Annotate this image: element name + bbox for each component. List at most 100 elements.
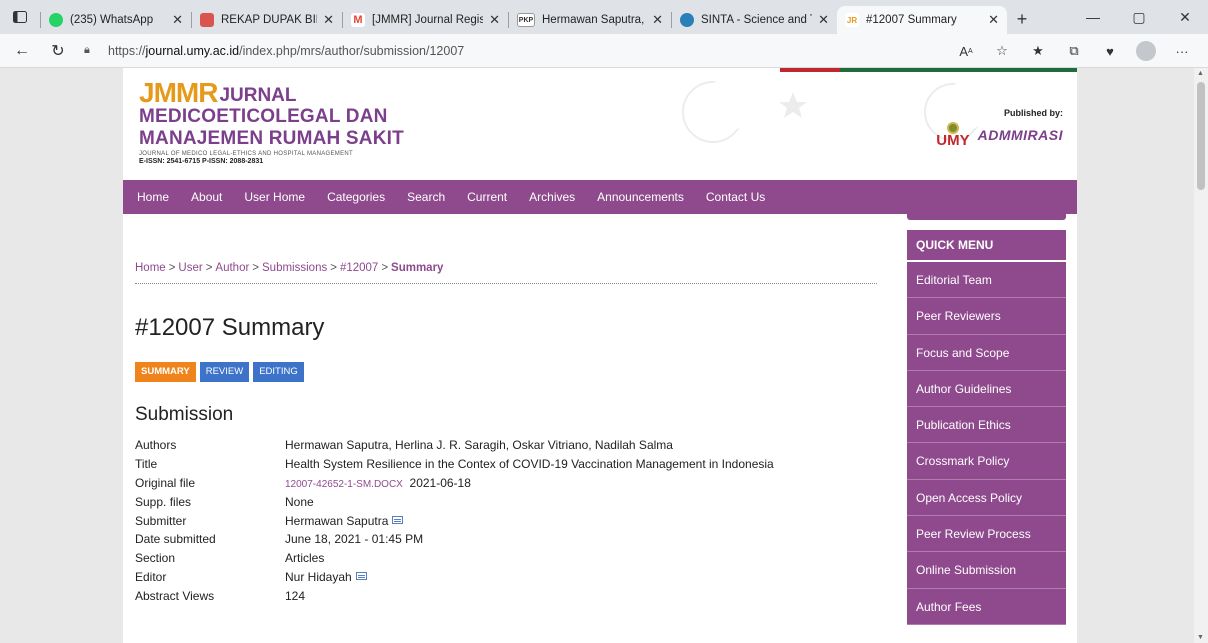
minimize-icon[interactable]: — bbox=[1070, 0, 1116, 34]
url-host: journal.umy.ac.id bbox=[145, 43, 240, 58]
profile-avatar[interactable] bbox=[1136, 41, 1156, 61]
supp-files-value: None bbox=[285, 494, 314, 509]
browser-tab-pkp[interactable]: PKP Hermawan Saputra, Do ✕ bbox=[509, 6, 671, 34]
window-controls: — ▢ ✕ bbox=[1070, 0, 1208, 34]
collections-icon[interactable]: ⧉ bbox=[1056, 43, 1092, 59]
add-favorite-icon[interactable]: ☆ bbox=[984, 43, 1020, 59]
nav-contact-us[interactable]: Contact Us bbox=[695, 190, 776, 204]
breadcrumb-author[interactable]: Author bbox=[215, 262, 249, 274]
close-icon[interactable]: ✕ bbox=[988, 12, 999, 28]
title-label: Title bbox=[135, 457, 158, 472]
tab-title: Hermawan Saputra, Do bbox=[542, 14, 646, 26]
main-content: Home > User > Author > Submissions > #12007 > Summ… bbox=[135, 214, 877, 643]
original-file-link[interactable]: 12007-42652-1-SM.DOCX bbox=[285, 479, 403, 490]
read-aloud-icon[interactable]: AA bbox=[948, 44, 984, 59]
page-title: #12007 Summary bbox=[135, 314, 325, 341]
journal-logo[interactable]: JMMR JURNAL MEDICOETICOLEGAL DAN MANAJEM… bbox=[139, 79, 404, 166]
restore-icon[interactable]: ▢ bbox=[1116, 0, 1162, 34]
nav-archives[interactable]: Archives bbox=[518, 190, 586, 204]
quick-menu-editorial-team[interactable]: Editorial Team bbox=[907, 262, 1066, 299]
back-icon[interactable]: ← bbox=[8, 37, 36, 65]
quick-menu-author-fees[interactable]: Author Fees bbox=[907, 588, 1066, 625]
quick-menu-crossmark-policy[interactable]: Crossmark Policy bbox=[907, 443, 1066, 480]
tab-summary[interactable]: SUMMARY bbox=[135, 362, 196, 382]
close-icon[interactable]: ✕ bbox=[652, 12, 663, 28]
favorites-icon[interactable]: ★ bbox=[1020, 43, 1056, 59]
tab-actions-icon[interactable] bbox=[0, 0, 40, 34]
close-icon[interactable]: ✕ bbox=[818, 12, 829, 28]
supp-files-label: Supp. files bbox=[135, 494, 192, 509]
umy-text: UMY bbox=[936, 132, 970, 149]
page-scrollbar[interactable]: ▲ ▼ bbox=[1194, 68, 1208, 643]
more-menu-icon[interactable]: ··· bbox=[1164, 44, 1200, 59]
url-scheme: https:// bbox=[108, 43, 146, 58]
scroll-down-icon[interactable]: ▼ bbox=[1197, 634, 1204, 641]
browser-tab-sinta[interactable]: SINTA - Science and Te ✕ bbox=[672, 6, 837, 34]
site-header: JMMR JURNAL MEDICOETICOLEGAL DAN MANAJEM… bbox=[123, 68, 1077, 180]
tab-title: [JMMR] Journal Regist bbox=[372, 14, 484, 26]
page-viewport: JMMR JURNAL MEDICOETICOLEGAL DAN MANAJEM… bbox=[0, 68, 1194, 643]
nav-search[interactable]: Search bbox=[396, 190, 456, 204]
nav-user-home[interactable]: User Home bbox=[233, 190, 316, 204]
nav-current[interactable]: Current bbox=[456, 190, 518, 204]
breadcrumb-submission-id[interactable]: #12007 bbox=[340, 262, 378, 274]
quick-menu-peer-review-process[interactable]: Peer Review Process bbox=[907, 516, 1066, 553]
browser-tab-gmail[interactable]: M [JMMR] Journal Regist ✕ bbox=[343, 6, 508, 34]
gmail-icon: M bbox=[351, 13, 365, 27]
breadcrumb-user[interactable]: User bbox=[178, 262, 202, 274]
scrollbar-thumb[interactable] bbox=[1197, 82, 1205, 190]
table-row: Editor Nur Hidayah bbox=[135, 568, 774, 587]
nav-announcements[interactable]: Announcements bbox=[586, 190, 695, 204]
quick-menu-online-submission[interactable]: Online Submission bbox=[907, 552, 1066, 589]
pdf-icon bbox=[200, 13, 214, 27]
table-row: Abstract Views 124 bbox=[135, 586, 774, 605]
scroll-up-icon[interactable]: ▲ bbox=[1197, 70, 1204, 77]
whatsapp-icon bbox=[49, 13, 63, 27]
submission-table: Authors Hermawan Saputra, Herlina J. R. S… bbox=[135, 436, 774, 605]
refresh-icon[interactable]: ↻ bbox=[44, 37, 72, 65]
tab-review[interactable]: REVIEW bbox=[199, 362, 250, 382]
lock-icon: 🔒︎ bbox=[84, 44, 90, 56]
close-window-icon[interactable]: ✕ bbox=[1162, 0, 1208, 34]
email-icon[interactable] bbox=[355, 571, 367, 580]
admmirasi-logo: ADMMIRASI bbox=[977, 127, 1063, 143]
breadcrumb-current: Summary bbox=[391, 262, 444, 274]
breadcrumb: Home > User > Author > Submissions > #12007 > Summ… bbox=[135, 262, 877, 284]
new-tab-button[interactable]: + bbox=[1007, 5, 1037, 33]
nav-home[interactable]: Home bbox=[126, 190, 180, 204]
tab-title: REKAP DUPAK BIDANG bbox=[221, 14, 317, 26]
quick-menu-list: Editorial Team Peer Reviewers Focus and … bbox=[907, 262, 1066, 625]
sidebar-top-tab bbox=[907, 214, 1066, 220]
quick-menu-title: QUICK MENU bbox=[907, 230, 1066, 260]
logo-line3: MANAJEMEN RUMAH SAKIT bbox=[139, 128, 404, 149]
browser-tab-rekap[interactable]: REKAP DUPAK BIDANG ✕ bbox=[192, 6, 342, 34]
quick-menu-publication-ethics[interactable]: Publication Ethics bbox=[907, 407, 1066, 444]
close-icon[interactable]: ✕ bbox=[489, 12, 500, 28]
umy-logo: UMY bbox=[936, 122, 970, 149]
nav-about[interactable]: About bbox=[180, 190, 233, 204]
date-submitted-value: June 18, 2021 - 01:45 PM bbox=[285, 532, 424, 547]
extension-heart-icon[interactable]: ♥ bbox=[1092, 44, 1128, 59]
breadcrumb-submissions[interactable]: Submissions bbox=[262, 262, 327, 274]
quick-menu-open-access-policy[interactable]: Open Access Policy bbox=[907, 479, 1066, 517]
tab-editing[interactable]: EDITING bbox=[253, 362, 304, 382]
quick-menu-author-guidelines[interactable]: Author Guidelines bbox=[907, 370, 1066, 408]
browser-tab-summary[interactable]: JR #12007 Summary ✕ bbox=[837, 6, 1007, 34]
close-icon[interactable]: ✕ bbox=[323, 12, 334, 28]
breadcrumb-home[interactable]: Home bbox=[135, 262, 166, 274]
browser-tab-whatsapp[interactable]: (235) WhatsApp ✕ bbox=[41, 6, 191, 34]
close-icon[interactable]: ✕ bbox=[172, 12, 183, 28]
nav-categories[interactable]: Categories bbox=[316, 190, 396, 204]
tab-title: SINTA - Science and Te bbox=[701, 14, 813, 26]
editor-label: Editor bbox=[135, 569, 167, 584]
main-nav: Home About User Home Categories Search C… bbox=[123, 180, 1077, 214]
quick-menu-focus-scope[interactable]: Focus and Scope bbox=[907, 334, 1066, 371]
submission-tabs: SUMMARY REVIEW EDITING bbox=[135, 362, 308, 382]
quick-menu-peer-reviewers[interactable]: Peer Reviewers bbox=[907, 298, 1066, 335]
email-icon[interactable] bbox=[392, 515, 404, 524]
sidebar: QUICK MENU Editorial Team Peer Reviewers… bbox=[907, 214, 1066, 643]
journal-page: JMMR JURNAL MEDICOETICOLEGAL DAN MANAJEM… bbox=[123, 68, 1077, 643]
logo-issn: E-ISSN: 2541-6715 P-ISSN: 2088-2831 bbox=[139, 158, 264, 165]
url-field[interactable]: 🔒︎ https://journal.umy.ac.id/index.php/m… bbox=[84, 38, 1014, 64]
tab-title: (235) WhatsApp bbox=[70, 14, 154, 26]
